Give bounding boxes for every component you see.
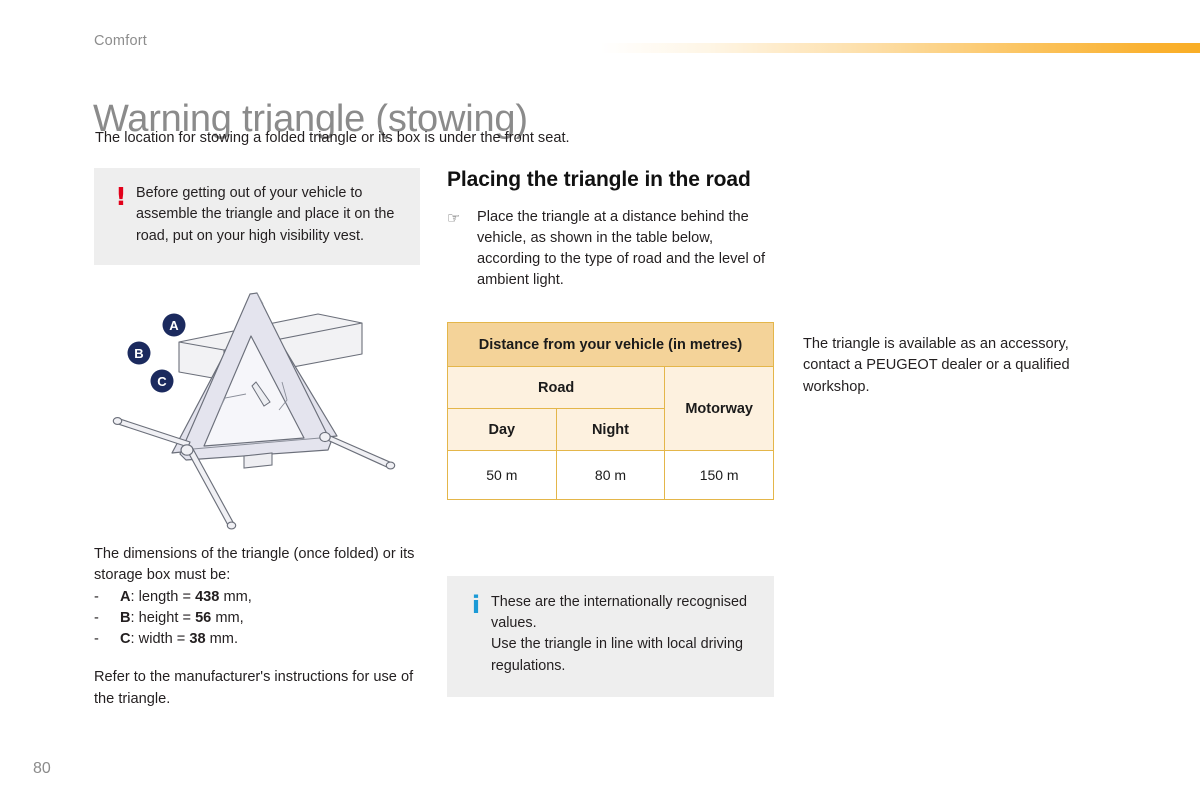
illustration-label-c: C (147, 366, 177, 396)
table-cell-day-value: 50 m (447, 449, 557, 500)
page-number: 80 (33, 760, 51, 777)
list-dash: - (94, 588, 99, 605)
accessory-note: The triangle is available as an accessor… (803, 336, 1070, 395)
middle-column: Placing the triangle in the road ☞ Place… (446, 168, 777, 697)
info-callout-line: Use the triangle in line with local driv… (491, 636, 743, 674)
pointing-hand-icon: ☞ (447, 208, 461, 227)
table-cell-motorway-value: 150 m (664, 449, 774, 500)
info-callout-line: These are the internationally recognised… (491, 593, 747, 632)
svg-text:B: B (134, 346, 143, 361)
svg-text:C: C (157, 374, 167, 389)
warning-callout: ! Before getting out of your vehicle to … (94, 168, 420, 265)
table-header-motorway: Motorway (664, 365, 774, 451)
instruction-bullet-text: Place the triangle at a distance behind … (477, 208, 766, 289)
closing-paragraph: Refer to the manufacturer's instructions… (94, 669, 414, 707)
table-header-night: Night (555, 407, 666, 451)
table-header-road: Road (446, 365, 666, 409)
list-dash: - (94, 631, 99, 648)
svg-text:A: A (169, 318, 179, 333)
left-column: ! Before getting out of your vehicle to … (94, 168, 420, 710)
dimensions-block: The dimensions of the triangle (once fol… (94, 544, 420, 710)
info-callout: i These are the internationally recognis… (447, 575, 774, 697)
table-row-values: 50 m 80 m 150 m (447, 449, 774, 500)
information-icon: i (471, 590, 481, 619)
dimension-value: 38 (189, 631, 206, 648)
table-caption-cell: Distance from your vehicle (in metres) (447, 321, 774, 367)
info-callout-text: These are the internationally recognised… (491, 592, 760, 677)
header-accent-rule (600, 43, 1200, 53)
dimension-separator: : length = (130, 588, 196, 605)
list-item: - B: height = 56 mm, (94, 608, 420, 629)
intro-paragraph: The location for stowing a folded triang… (95, 130, 570, 146)
instruction-bullet: ☞ Place the triangle at a distance behin… (447, 207, 777, 292)
warning-callout-paragraph: Before getting out of your vehicle to as… (136, 185, 395, 244)
list-dash: - (94, 609, 99, 626)
dimension-value: 56 (195, 609, 212, 626)
dimension-label: B (120, 609, 131, 626)
exclamation-icon: ! (115, 182, 127, 211)
table-header-day: Day (447, 407, 557, 451)
breadcrumb: Comfort (94, 33, 147, 49)
distance-table: Distance from your vehicle (in metres) R… (446, 321, 774, 500)
dimension-label: A (120, 588, 131, 605)
warning-triangle-illustration: A B C (94, 290, 420, 540)
table-row-caption: Distance from your vehicle (in metres) (447, 321, 774, 367)
illustration-label-a: A (159, 310, 189, 340)
warning-callout-text: Before getting out of your vehicle to as… (136, 183, 406, 247)
dimensions-intro: The dimensions of the triangle (once fol… (94, 545, 415, 584)
dimension-unit: mm, (219, 588, 252, 605)
dimension-separator: : height = (130, 609, 196, 626)
dimension-separator: : width = (130, 631, 190, 648)
right-column: The triangle is available as an accessor… (803, 334, 1103, 398)
dimension-label: C (120, 631, 131, 648)
section-heading: Placing the triangle in the road (447, 168, 751, 191)
list-item: - C: width = 38 mm. (94, 629, 420, 650)
table-row-group-header: Road Motorway (446, 365, 774, 451)
table-cell-night-value: 80 m (555, 449, 666, 500)
list-item: - A: length = 438 mm, (94, 587, 420, 608)
dimensions-list: - A: length = 438 mm, - B: height = 56 m… (94, 587, 420, 651)
manual-page: Comfort Warning triangle (stowing) The l… (0, 0, 1200, 800)
illustration-label-b: B (124, 338, 154, 368)
dimension-unit: mm. (205, 631, 239, 648)
dimension-value: 438 (195, 588, 220, 605)
dimension-unit: mm, (211, 609, 244, 626)
